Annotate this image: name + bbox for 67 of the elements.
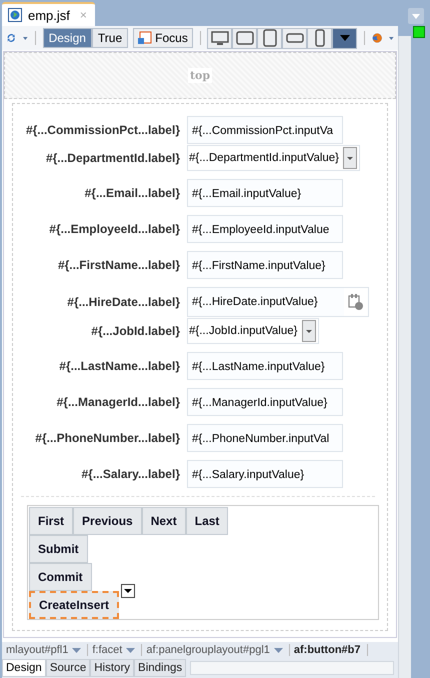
- caret-icon[interactable]: [23, 36, 28, 40]
- input-field[interactable]: #{...LastName.inputValue}: [187, 352, 343, 380]
- select-field[interactable]: #{...DepartmentId.inputValue}: [187, 145, 360, 171]
- mode-toggle[interactable]: Design: [42, 28, 92, 48]
- input-field[interactable]: #{...Salary.inputValue}: [187, 460, 343, 488]
- form-button[interactable]: Previous: [73, 507, 142, 535]
- select-field[interactable]: #{...JobId.inputValue}: [187, 318, 318, 344]
- form-button[interactable]: First: [29, 507, 74, 535]
- tablet-icon: [262, 29, 277, 47]
- device-button[interactable]: [207, 28, 232, 48]
- field-label: #{...PhoneNumber...label}: [34, 431, 181, 445]
- field-label: #{...LastName...label}: [58, 359, 181, 373]
- tablet-icon: [236, 31, 254, 45]
- input-field[interactable]: #{...ManagerId.inputValue}: [187, 388, 343, 416]
- file-tab[interactable]: emp.jsf ×: [2, 2, 95, 26]
- device-button[interactable]: [282, 28, 308, 48]
- breadcrumb[interactable]: mlayout#pfl1: [2, 644, 88, 656]
- dropdown-icon[interactable]: [302, 320, 316, 342]
- breadcrumb[interactable]: af:button#b7: [290, 644, 368, 656]
- form-button[interactable]: Commit: [29, 563, 92, 591]
- caret-icon[interactable]: [72, 648, 82, 652]
- focus-button[interactable]: Focus: [133, 28, 193, 48]
- input-field[interactable]: #{...CommissionPct.inputVa: [187, 116, 343, 144]
- caret-icon[interactable]: [389, 36, 394, 40]
- view-tab[interactable]: Source: [46, 659, 90, 677]
- file-name: emp.jsf: [28, 8, 70, 22]
- mode-toggle[interactable]: True: [92, 28, 128, 48]
- input-field[interactable]: #{...EmployeeId.inputValue: [187, 215, 343, 243]
- facet-label: top: [188, 68, 212, 83]
- field-label: #{...HireDate...label}: [66, 295, 181, 309]
- view-tab[interactable]: History: [90, 659, 134, 677]
- phone-icon: [314, 29, 325, 47]
- horizontal-scrollbar[interactable]: [190, 661, 394, 675]
- input-field[interactable]: #{...PhoneNumber.inputVal: [187, 424, 343, 452]
- view-tab[interactable]: Bindings: [134, 659, 186, 677]
- status-indicator: [413, 26, 425, 38]
- form-button[interactable]: Last: [186, 507, 228, 535]
- phone-icon: [286, 33, 304, 43]
- monitor-icon: [210, 30, 229, 46]
- caret-icon: [340, 35, 350, 41]
- device-button[interactable]: [257, 28, 282, 48]
- input-field[interactable]: #{...FirstName.inputValue}: [187, 251, 343, 279]
- caret-icon[interactable]: [274, 648, 283, 652]
- field-label: #{...ManagerId...label}: [56, 395, 181, 409]
- field-label: #{...Email...label}: [84, 186, 181, 200]
- field-label: #{...DepartmentId.label}: [44, 151, 181, 165]
- dropdown-icon[interactable]: [121, 584, 136, 598]
- device-button[interactable]: [307, 28, 332, 48]
- breadcrumb[interactable]: f:facet: [88, 644, 142, 656]
- input-field[interactable]: #{...Email.inputValue}: [187, 179, 343, 207]
- view-tab[interactable]: Design: [2, 659, 46, 677]
- field-label: #{...EmployeeId...label}: [48, 222, 181, 236]
- caret-icon[interactable]: [126, 648, 136, 652]
- dropdown-icon[interactable]: [343, 147, 358, 169]
- form-button[interactable]: Next: [142, 507, 186, 535]
- device-button[interactable]: [232, 28, 258, 48]
- form-button[interactable]: Submit: [29, 535, 88, 563]
- form-button[interactable]: CreateInsert: [29, 591, 120, 619]
- globe-icon: [8, 8, 22, 22]
- field-label: #{...JobId.label}: [90, 324, 181, 338]
- vertical-scrollbar[interactable]: [398, 36, 411, 678]
- field-label: #{...CommissionPct...label}: [24, 123, 181, 137]
- dropdown-button[interactable]: [332, 28, 358, 48]
- focus-icon: [138, 31, 152, 45]
- field-label: #{...Salary...label}: [80, 467, 181, 481]
- breadcrumb[interactable]: af:panelgrouplayout#pgl1: [142, 644, 290, 656]
- field-label: #{...FirstName...label}: [56, 258, 181, 272]
